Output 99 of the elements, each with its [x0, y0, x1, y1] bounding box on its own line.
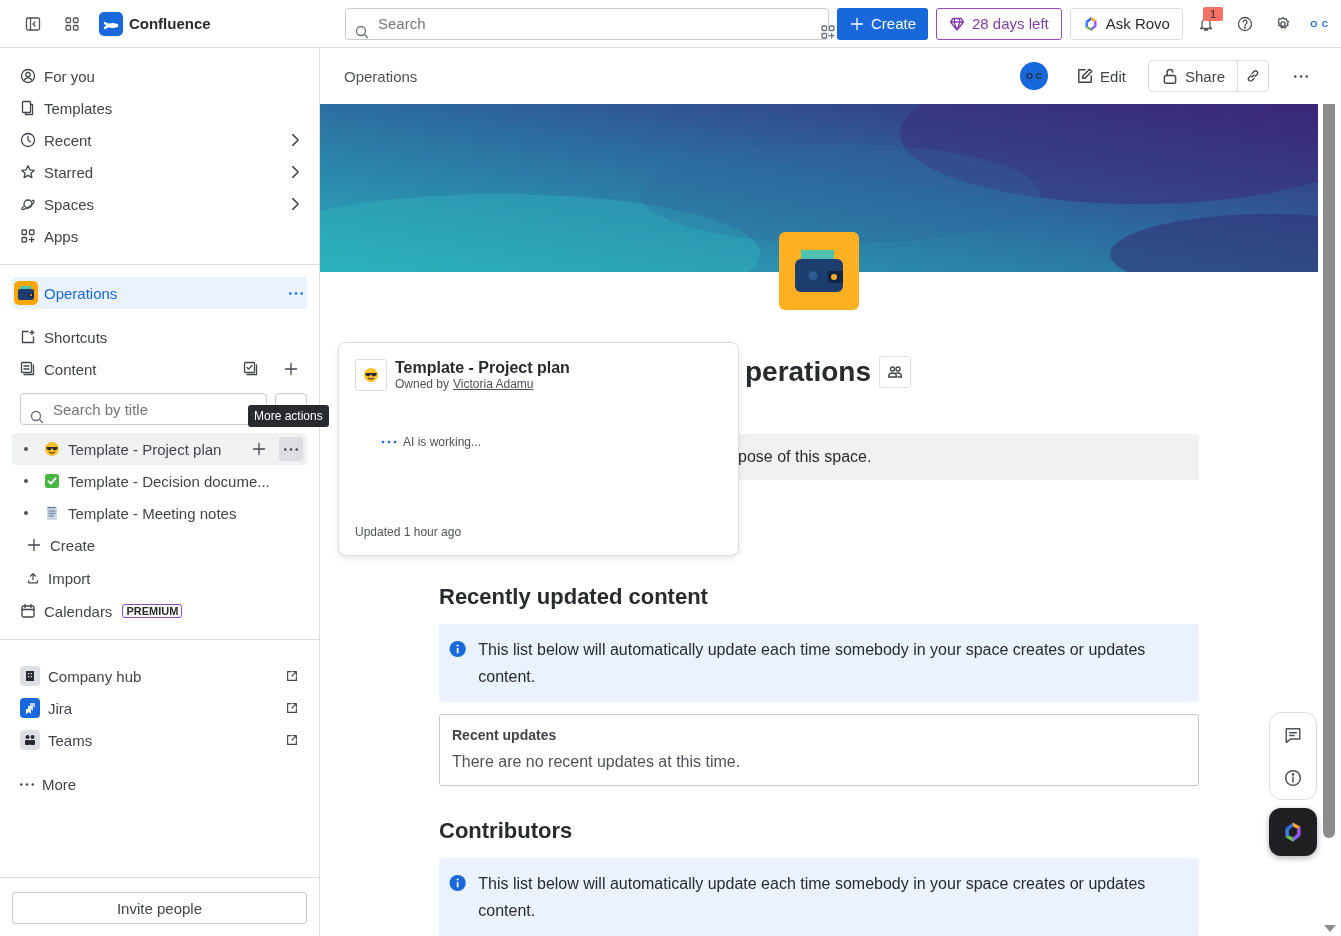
wallet-icon	[14, 281, 38, 305]
scrollbar-thumb[interactable]	[1323, 104, 1335, 838]
card-title: Template - Project plan	[395, 359, 570, 377]
sidebar-item[interactable]: Content	[12, 353, 307, 385]
more-icon	[20, 782, 34, 786]
settings-icon	[1275, 15, 1292, 32]
diamond-icon	[949, 15, 965, 32]
sidebar-item[interactable]: Templates	[12, 92, 307, 124]
plus-icon	[283, 361, 299, 377]
people-button[interactable]	[879, 356, 911, 388]
sidebar-item[interactable]: Apps	[12, 220, 307, 252]
apps-icon	[820, 23, 836, 40]
people-icon	[20, 730, 40, 750]
more-link[interactable]: More	[12, 768, 307, 800]
search-icon	[29, 409, 45, 425]
info-icon	[1284, 768, 1302, 787]
section-heading: Contributors	[439, 818, 574, 844]
loading-dots-icon	[381, 440, 397, 444]
planet-icon	[20, 196, 36, 212]
more-icon	[289, 291, 303, 295]
info-icon	[449, 874, 467, 892]
pencil-icon	[1076, 67, 1095, 85]
link-icon	[1245, 68, 1261, 84]
sidebar-item[interactable]: For you	[12, 60, 307, 92]
info-text: This list below will automatically update each time somebody in your space creates or updates content.	[478, 640, 1147, 687]
jira-icon	[20, 698, 40, 718]
document-icon	[20, 100, 36, 116]
confluence-logo-icon	[98, 11, 123, 36]
search-icon	[354, 23, 370, 40]
info-text: This list below will automatically update each time somebody in your space creates or updates content.	[478, 874, 1147, 921]
updated-time: Updated 1 hour ago	[355, 525, 463, 539]
more-icon	[1294, 74, 1308, 78]
product-name: Confluence	[128, 15, 211, 32]
content-icon	[20, 361, 36, 377]
sidebar-item[interactable]: Shortcuts	[12, 321, 307, 353]
smiley-sunglasses-icon	[44, 441, 60, 457]
apps-icon	[20, 228, 36, 244]
external-link-icon	[285, 733, 299, 747]
search-field[interactable]: Search	[345, 7, 829, 40]
scroll-down-arrow-icon[interactable]	[1324, 925, 1336, 932]
page-title: perations	[744, 356, 871, 388]
owner-label: Owned by	[395, 377, 450, 391]
profile-button[interactable]: O C	[1306, 7, 1333, 40]
checkmark-icon	[44, 473, 60, 489]
people-icon	[887, 364, 903, 380]
premium-badge: PREMIUM	[122, 604, 183, 618]
sidebar-item[interactable]: Recent	[12, 124, 307, 156]
ask-rovo-button[interactable]: Ask Rovo	[1069, 7, 1183, 40]
sidebar-item[interactable]: Company hub	[12, 660, 307, 692]
sidebar-item[interactable]: Spaces	[12, 188, 307, 220]
page-tree-item[interactable]: Template - Meeting notes	[12, 497, 307, 529]
more-icon	[284, 447, 298, 451]
section-heading: Recently updated content	[439, 584, 709, 610]
empty-message: There are no recent updates at this time.	[452, 753, 742, 771]
external-link-icon	[285, 669, 299, 683]
plus-icon	[849, 15, 865, 32]
notepad-icon	[44, 505, 60, 521]
plus-icon	[26, 537, 42, 553]
sidebar-item[interactable]: Teams	[12, 724, 307, 756]
sidebar-item[interactable]: Jira	[12, 692, 307, 724]
trial-button[interactable]: 28 days left	[936, 7, 1062, 40]
sidebar-item[interactable]: Starred	[12, 156, 307, 188]
rovo-chat-button[interactable]	[1269, 808, 1317, 856]
checklist-icon	[243, 361, 259, 377]
breadcrumb[interactable]: Operations	[344, 67, 1013, 85]
building-icon	[20, 666, 40, 686]
space-description: pose of this space.	[738, 448, 872, 466]
help-icon	[1236, 15, 1253, 32]
tooltip: More actions	[248, 405, 329, 427]
notifications-button[interactable]: 1	[1190, 7, 1222, 40]
rovo-logo-icon	[1282, 821, 1304, 843]
comment-icon	[1284, 725, 1302, 744]
shortcut-icon	[20, 329, 36, 345]
plus-icon	[251, 441, 267, 457]
calendar-icon	[20, 603, 36, 619]
page-tree-item[interactable]: Template - Decision docume...	[12, 465, 307, 497]
clock-icon	[20, 132, 36, 148]
edit-button[interactable]: Edit	[1068, 60, 1134, 92]
wallet-icon	[779, 232, 859, 310]
grid-icon	[63, 15, 80, 32]
external-link-icon	[285, 701, 299, 715]
star-icon	[20, 164, 36, 180]
notification-count: 1	[1202, 6, 1224, 21]
smiley-sunglasses-icon	[363, 367, 379, 383]
sidebar-item[interactable]: Calendars PREMIUM	[12, 595, 307, 627]
page-tree-item[interactable]: Template - Project plan	[12, 433, 307, 465]
invite-people-button[interactable]: Invite people	[12, 892, 307, 924]
person-icon	[20, 68, 36, 84]
import-link[interactable]: Import	[12, 561, 307, 595]
sidebar-icon	[25, 15, 42, 32]
status-text: AI is working...	[403, 435, 482, 449]
panel-title: Recent updates	[452, 727, 558, 743]
create-button[interactable]: Create	[837, 7, 928, 40]
space-item[interactable]: Operations	[12, 277, 307, 309]
upload-icon	[26, 571, 40, 585]
owner-link[interactable]: Victoria Adamu	[453, 377, 534, 391]
info-icon	[449, 640, 467, 658]
more-actions-button[interactable]	[279, 437, 303, 461]
create-link[interactable]: Create	[12, 529, 307, 561]
